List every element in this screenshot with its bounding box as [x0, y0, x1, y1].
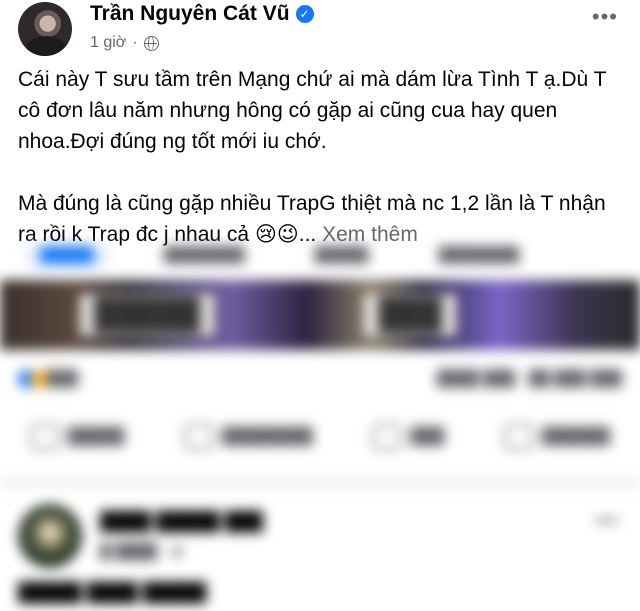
comment-text: █████ ████ █████	[18, 582, 207, 602]
share-icon	[504, 424, 535, 450]
more-options-icon[interactable]: •••	[592, 4, 618, 30]
feed-separator	[0, 476, 640, 488]
comment-author[interactable]: ████ █████ ███	[100, 511, 263, 532]
comment-avatar[interactable]	[18, 504, 82, 568]
comment-time: █ ████ · ◉	[100, 543, 184, 560]
send-button[interactable]: ███	[372, 424, 444, 450]
ellipsis: ...	[298, 223, 317, 246]
comment-button[interactable]: ████████	[184, 424, 313, 450]
banner-chip-right: ███	[364, 294, 457, 336]
verified-badge-icon: ✓	[295, 5, 314, 23]
tab-videos[interactable]: ████	[299, 246, 385, 270]
post-text: Cái này T sưu tầm trên Mạng chứ ai mà dá…	[18, 64, 628, 250]
send-icon	[372, 424, 403, 450]
profile-tabs: ████ ██████ ████ ██████	[0, 246, 640, 270]
reactions-summary[interactable]: ███ ████ ███ · ██ ███ ███	[18, 370, 622, 389]
tab-posts[interactable]: ████	[24, 246, 110, 270]
author-name-row: Trần Nguyên Cát Vũ ✓	[90, 2, 314, 26]
post-meta: 1 giờ ·	[90, 34, 159, 52]
blurred-content: ████ ██████ ████ ██████ █████ ███ ███ ██…	[0, 246, 640, 611]
post-paragraph-1: Cái này T sưu tầm trên Mạng chứ ai mà dá…	[18, 68, 607, 153]
comment-share-counts: ████ ███ · ██ ███ ███	[436, 370, 622, 387]
comment-icon	[184, 424, 215, 450]
post-paragraph-2: Mà đúng là cũng gặp nhiều TrapG thiệt mà…	[18, 188, 628, 250]
emoji-crying-winking: 😢😉	[254, 223, 299, 246]
author-avatar[interactable]	[18, 2, 72, 56]
globe-icon[interactable]	[143, 35, 159, 51]
author-name[interactable]: Trần Nguyên Cát Vũ	[90, 2, 290, 25]
post-header: Trần Nguyên Cát Vũ ✓ 1 giờ · •••	[0, 0, 640, 62]
reaction-icons: ███	[18, 370, 78, 389]
like-icon	[29, 424, 60, 450]
tab-more[interactable]: ██████	[423, 246, 536, 270]
tab-about[interactable]: ██████	[148, 246, 261, 270]
like-button[interactable]: █████	[29, 424, 125, 450]
blurred-banner-image: █████ ███	[0, 280, 640, 350]
see-more-link[interactable]: Xem thêm	[322, 223, 418, 246]
share-button[interactable]: ██████	[504, 424, 610, 450]
banner-chip-left: █████	[80, 294, 215, 336]
meta-separator: ·	[132, 34, 138, 51]
post-actions: █████ ████████ ███ ██████	[0, 424, 640, 450]
post-time[interactable]: 1 giờ	[90, 34, 126, 52]
comment-more-icon[interactable]: •••	[595, 508, 618, 534]
